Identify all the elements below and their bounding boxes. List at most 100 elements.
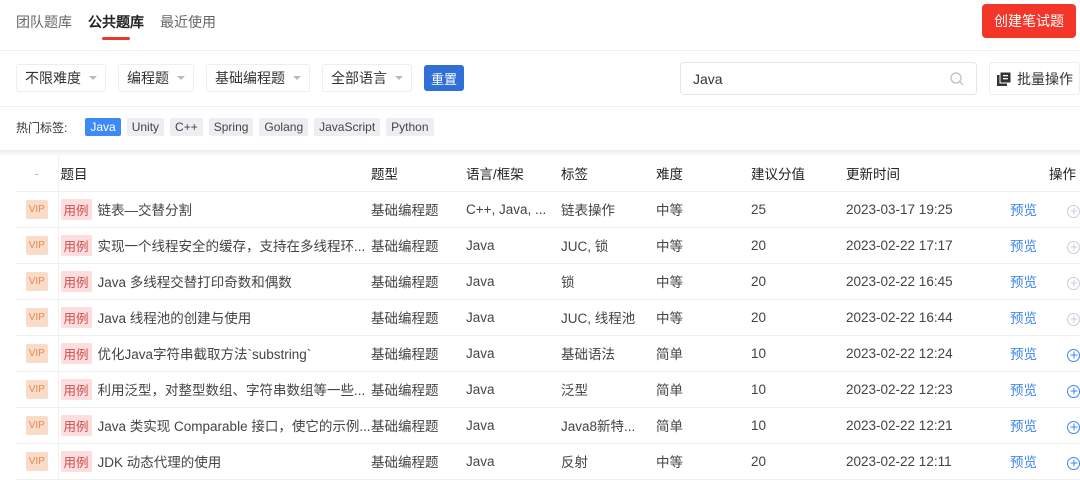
add-circle-icon[interactable] [1067,384,1080,398]
updated-cell: 2023-02-22 16:44 [846,299,1008,336]
vip-badge: VIP [25,199,48,219]
difficulty-cell: 简单 [656,407,751,444]
title-cell[interactable]: 用例 Java 线程池的创建与使用 [58,299,371,336]
table-row[interactable]: VIP 用例 Java 线程池的创建与使用 基础编程题 Java JUC, 线程池… [16,299,1080,336]
batch-operation-button[interactable]: 批量操作 [989,62,1080,95]
col-type: 题型 [371,156,466,192]
vip-cell: VIP [16,443,59,480]
language-cell: Java [466,371,561,408]
difficulty-cell: 中等 [656,263,751,300]
difficulty-cell: 简单 [656,371,751,408]
preview-link[interactable]: 预览 [1010,455,1037,470]
search-box [680,62,977,95]
difficulty-select[interactable]: 不限难度 [16,64,106,92]
filter-bar: 不限难度 编程题 基础编程题 全部语言 重置 [16,64,465,92]
table-row[interactable]: VIP 用例 利用泛型，对整型数组、字符串数组等一些... 基础编程题 Java … [16,371,1080,408]
question-title[interactable]: Java 多线程交替打印奇数和偶数 [98,275,292,290]
tab-team-library[interactable]: 团队题库 [16,12,72,32]
score-cell: 20 [751,299,846,336]
add-circle-icon[interactable] [1067,204,1080,218]
question-title[interactable]: JDK 动态代理的使用 [98,455,222,470]
preview-link[interactable]: 预览 [1010,383,1037,398]
actions-cell: 预览 [1008,407,1080,444]
question-title[interactable]: Java 类实现 Comparable 接口，使它的示例... [98,419,371,434]
title-cell[interactable]: 用例 JDK 动态代理的使用 [58,443,371,480]
library-tabs: 团队题库 公共题库 最近使用 [16,12,216,40]
updated-cell: 2023-02-22 12:21 [846,407,1008,444]
add-circle-icon[interactable] [1067,456,1080,470]
table-row[interactable]: VIP 用例 实现一个线程安全的缓存，支持在多线程环... 基础编程题 Java … [16,227,1080,264]
score-cell: 25 [751,191,846,228]
preview-link[interactable]: 预览 [1010,239,1037,254]
add-circle-icon[interactable] [1067,312,1080,326]
language-cell: Java [466,299,561,336]
add-circle-icon[interactable] [1067,276,1080,290]
question-title[interactable]: 优化Java字符串截取方法`substring` [98,347,312,362]
select-label: 不限难度 [25,70,81,86]
tag-golang[interactable]: Golang [259,118,309,136]
difficulty-cell: 中等 [656,299,751,336]
title-cell[interactable]: 用例 Java 多线程交替打印奇数和偶数 [58,263,371,300]
title-cell[interactable]: 用例 Java 类实现 Comparable 接口，使它的示例... [58,407,371,444]
add-circle-icon[interactable] [1067,348,1080,362]
language-cell: Java [466,335,561,372]
table-row[interactable]: VIP 用例 Java 多线程交替打印奇数和偶数 基础编程题 Java 锁 中等 … [16,263,1080,300]
type-cell: 基础编程题 [371,191,466,228]
language-select[interactable]: 全部语言 [322,64,412,92]
add-circle-icon[interactable] [1067,240,1080,254]
tag-cpp[interactable]: C++ [170,118,203,136]
preview-link[interactable]: 预览 [1010,347,1037,362]
type-cell: 基础编程题 [371,407,466,444]
score-cell: 10 [751,407,846,444]
subtype-select[interactable]: 基础编程题 [206,64,310,92]
search-icon[interactable] [950,71,964,86]
col-language: 语言/框架 [466,156,561,192]
preview-link[interactable]: 预览 [1010,203,1037,218]
search-input[interactable] [693,70,933,87]
title-cell[interactable]: 用例 链表—交替分割 [58,191,371,228]
batch-label: 批量操作 [1017,70,1073,87]
add-circle-icon[interactable] [1067,420,1080,434]
case-badge: 用例 [60,234,92,256]
reset-button[interactable]: 重置 [424,65,465,91]
case-badge: 用例 [60,306,92,328]
vip-badge: VIP [25,415,48,435]
question-type-select[interactable]: 编程题 [118,64,194,92]
table-row[interactable]: VIP 用例 链表—交替分割 基础编程题 C++, Java, ... 链表操作 … [16,191,1080,228]
select-label: 全部语言 [331,70,387,86]
preview-link[interactable]: 预览 [1010,311,1037,326]
updated-cell: 2023-02-22 12:23 [846,371,1008,408]
question-title[interactable]: 链表—交替分割 [98,203,193,218]
table-row[interactable]: VIP 用例 优化Java字符串截取方法`substring` 基础编程题 Jav… [16,335,1080,372]
table-row[interactable]: VIP 用例 Java 类实现 Comparable 接口，使它的示例... 基础… [16,407,1080,444]
question-title[interactable]: Java 线程池的创建与使用 [98,311,252,326]
tab-recent[interactable]: 最近使用 [160,12,216,32]
stack-icon [997,71,1012,86]
case-badge: 用例 [60,414,92,436]
question-title[interactable]: 实现一个线程安全的缓存，支持在多线程环... [98,239,366,254]
tag-unity[interactable]: Unity [126,118,165,136]
type-cell: 基础编程题 [371,443,466,480]
select-label: 基础编程题 [215,70,285,86]
caret-down-icon [89,76,97,80]
title-cell[interactable]: 用例 利用泛型，对整型数组、字符串数组等一些... [58,371,371,408]
table-row[interactable]: VIP 用例 JDK 动态代理的使用 基础编程题 Java 反射 中等 20 20… [16,443,1080,480]
difficulty-cell: 中等 [656,227,751,264]
question-title[interactable]: 利用泛型，对整型数组、字符串数组等一些... [98,383,366,398]
create-test-button[interactable]: 创建笔试题 [982,4,1076,38]
preview-link[interactable]: 预览 [1010,419,1037,434]
divider [0,106,1080,107]
title-cell[interactable]: 用例 实现一个线程安全的缓存，支持在多线程环... [58,227,371,264]
tags-cell: 基础语法 [561,335,656,372]
tab-public-library[interactable]: 公共题库 [88,12,144,40]
tag-spring[interactable]: Spring [208,118,254,136]
tag-python[interactable]: Python [386,118,434,136]
tag-java[interactable]: Java [85,118,121,136]
score-cell: 20 [751,443,846,480]
actions-cell: 预览 [1008,299,1080,336]
title-cell[interactable]: 用例 优化Java字符串截取方法`substring` [58,335,371,372]
preview-link[interactable]: 预览 [1010,275,1037,290]
tag-javascript[interactable]: JavaScript [314,118,381,136]
type-cell: 基础编程题 [371,263,466,300]
type-cell: 基础编程题 [371,371,466,408]
